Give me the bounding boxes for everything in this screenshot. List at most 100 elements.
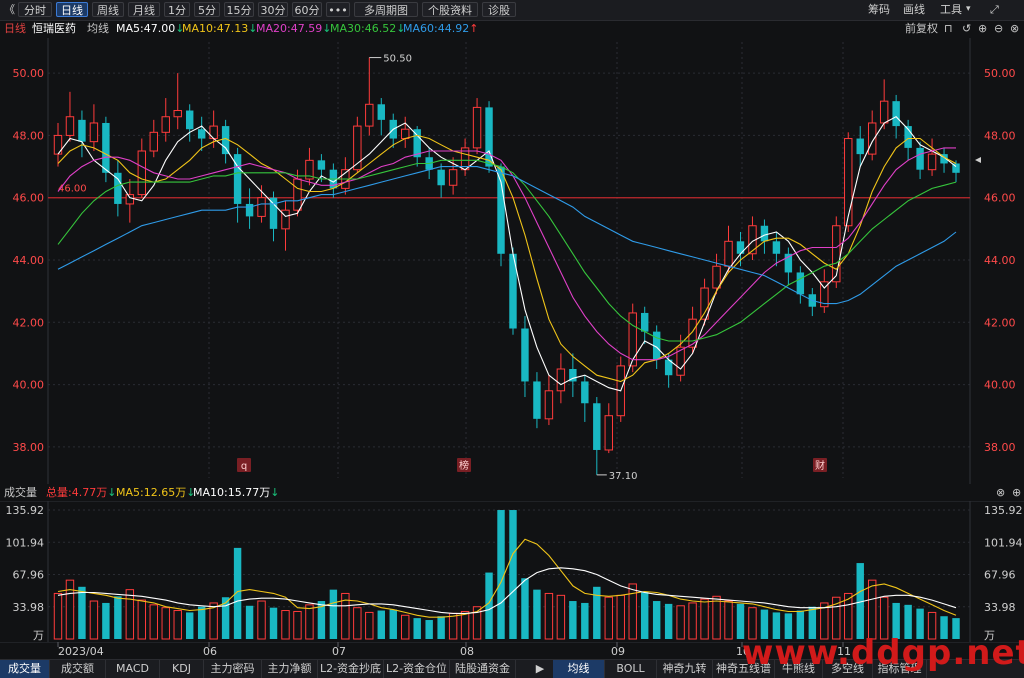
volume-bar bbox=[437, 616, 445, 639]
zoom-in-icon[interactable]: ⊕ bbox=[978, 20, 987, 38]
candle-body bbox=[78, 119, 86, 142]
close-icon[interactable]: ⊗ bbox=[1010, 20, 1019, 38]
overlay-tab-5[interactable]: 多空线 bbox=[823, 660, 873, 678]
adjust-dropdown[interactable]: 前复权 bbox=[905, 20, 938, 38]
volume-bar bbox=[724, 600, 733, 640]
candle-body bbox=[688, 318, 697, 348]
volume-bar bbox=[521, 578, 529, 639]
period-button-10[interactable]: 多周期图 bbox=[354, 2, 418, 17]
volume-bar bbox=[904, 604, 912, 639]
volume-bar bbox=[927, 611, 937, 640]
volume-bar bbox=[305, 604, 314, 640]
period-button-7[interactable]: 30分 bbox=[258, 2, 288, 17]
period-button-0[interactable]: 分时 bbox=[18, 2, 52, 17]
overlay-tab-1[interactable]: BOLL bbox=[605, 660, 657, 678]
candle-body bbox=[760, 225, 769, 242]
date-label: 07 bbox=[332, 645, 346, 658]
period-button-2[interactable]: 周线 bbox=[92, 2, 124, 17]
tab-scroll-right-icon[interactable]: ▶ bbox=[531, 660, 549, 678]
indicator-tab-0[interactable]: 成交量 bbox=[0, 660, 50, 678]
volume-bar bbox=[53, 592, 63, 640]
volume-axis-label-right: 135.92 bbox=[984, 504, 1023, 517]
candle-body bbox=[736, 241, 745, 254]
period-button-9[interactable]: ••• bbox=[326, 2, 350, 17]
indicator-tab-8[interactable]: 陆股通资金 bbox=[450, 660, 516, 678]
volume-bar bbox=[413, 618, 421, 639]
overlay-tab-4[interactable]: 牛熊线 bbox=[775, 660, 823, 678]
expand-icon[interactable]: ⤢ bbox=[990, 2, 999, 17]
period-button-12[interactable]: 诊股 bbox=[482, 2, 516, 17]
date-label: 11 bbox=[837, 645, 851, 658]
ma5-value: MA5:47.00↓ bbox=[116, 22, 185, 35]
indicator-tab-4[interactable]: 主力密码 bbox=[204, 660, 262, 678]
ma-info-bar: 日线 恒瑞医药 均线 MA5:47.00↓ MA10:47.13↓ MA20:4… bbox=[0, 20, 1024, 38]
tools-button[interactable]: 工具 bbox=[940, 2, 962, 17]
candle-body bbox=[89, 122, 99, 143]
volume-bar bbox=[245, 605, 254, 639]
volume-bar bbox=[664, 603, 673, 639]
candle-body bbox=[556, 368, 566, 392]
volume-bar bbox=[377, 610, 385, 639]
candle-body bbox=[257, 197, 266, 217]
volume-bar bbox=[556, 594, 566, 640]
indicator-tab-bar: 成交量 成交额 MACD KDJ 主力密码 主力净额 L2-资金抄底 L2-资金仓位 陆股通资金… bbox=[0, 659, 1024, 678]
low-label: 37.10 bbox=[609, 471, 638, 482]
period-button-8[interactable]: 60分 bbox=[292, 2, 322, 17]
date-label: 09 bbox=[611, 645, 625, 658]
volume-bar bbox=[879, 596, 889, 640]
period-button-5[interactable]: 5分 bbox=[194, 2, 220, 17]
overlay-tab-6[interactable]: 指标管理 bbox=[873, 660, 927, 678]
candle-body bbox=[377, 104, 385, 120]
candle-body bbox=[879, 100, 889, 124]
candle-body bbox=[209, 125, 218, 140]
volume-bar bbox=[257, 600, 266, 640]
draw-line-button[interactable]: 画线 bbox=[903, 2, 925, 17]
undo-icon[interactable]: ↺ bbox=[962, 20, 971, 38]
candle-body bbox=[149, 131, 158, 152]
indicator-tab-3[interactable]: KDJ bbox=[160, 660, 204, 678]
candle-body bbox=[185, 110, 194, 130]
zoom-out-icon[interactable]: ⊖ bbox=[994, 20, 1003, 38]
period-button-3[interactable]: 月线 bbox=[128, 2, 160, 17]
volume-close-icon[interactable]: ⊗ bbox=[996, 484, 1005, 501]
back-icon[interactable]: 《 bbox=[4, 2, 15, 17]
overlay-tab-0[interactable]: 均线 bbox=[553, 660, 605, 678]
period-button-11[interactable]: 个股资料 bbox=[422, 2, 478, 17]
candlestick-chart[interactable]: 50.00 50.00 48.00 48.00 46.00 46.00 44.00 44.00… bbox=[0, 38, 1024, 484]
indicator-tab-6[interactable]: L2-资金抄底 bbox=[318, 660, 384, 678]
candle-body bbox=[593, 403, 601, 450]
volume-bar bbox=[460, 610, 470, 640]
period-button-4[interactable]: 1分 bbox=[164, 2, 190, 17]
volume-bar bbox=[448, 612, 458, 640]
volume-settings-icon[interactable]: ⊕ bbox=[1012, 484, 1021, 501]
price-axis-label-left: 38.00 bbox=[13, 441, 45, 454]
period-button-1[interactable]: 日线 bbox=[56, 2, 88, 17]
ma10-value: MA10:47.13↓ bbox=[182, 22, 258, 35]
chips-button[interactable]: 筹码 bbox=[868, 2, 890, 17]
period-button-6[interactable]: 15分 bbox=[224, 2, 254, 17]
indicator-tab-5[interactable]: 主力净额 bbox=[262, 660, 318, 678]
event-marker: q bbox=[241, 461, 247, 472]
volume-bar bbox=[173, 610, 182, 640]
volume-axis-label-right: 67.96 bbox=[984, 569, 1016, 582]
indicator-tab-1[interactable]: 成交额 bbox=[50, 660, 106, 678]
indicator-tab-7[interactable]: L2-资金仓位 bbox=[384, 660, 450, 678]
volume-bar bbox=[389, 609, 397, 639]
price-axis-label-right: 38.00 bbox=[984, 441, 1016, 454]
volume-chart[interactable]: 135.92 135.92 101.94 101.94 67.96 67.96 33.98 3… bbox=[0, 501, 1024, 642]
stock-name[interactable]: 恒瑞医药 bbox=[32, 20, 76, 38]
overlay-tab-2[interactable]: 神奇九转 bbox=[657, 660, 713, 678]
price-axis-label-right: 42.00 bbox=[984, 316, 1016, 329]
tools-chevron-icon[interactable]: ▾ bbox=[966, 2, 971, 17]
volume-bar bbox=[137, 599, 147, 640]
candle-body bbox=[269, 197, 278, 229]
lock-icon[interactable]: ⊓ bbox=[944, 20, 953, 38]
price-axis-label-left: 50.00 bbox=[13, 67, 45, 80]
overlay-tab-3[interactable]: 神奇五线谱 bbox=[713, 660, 775, 678]
ma-label[interactable]: 均线 bbox=[87, 20, 109, 38]
volume-bar bbox=[89, 600, 99, 640]
candle-body bbox=[245, 203, 254, 217]
price-axis-label-right: 50.00 bbox=[984, 67, 1016, 80]
indicator-tab-2[interactable]: MACD bbox=[106, 660, 160, 678]
multi-period-chevron-icon[interactable]: ⌄ bbox=[455, 2, 463, 17]
